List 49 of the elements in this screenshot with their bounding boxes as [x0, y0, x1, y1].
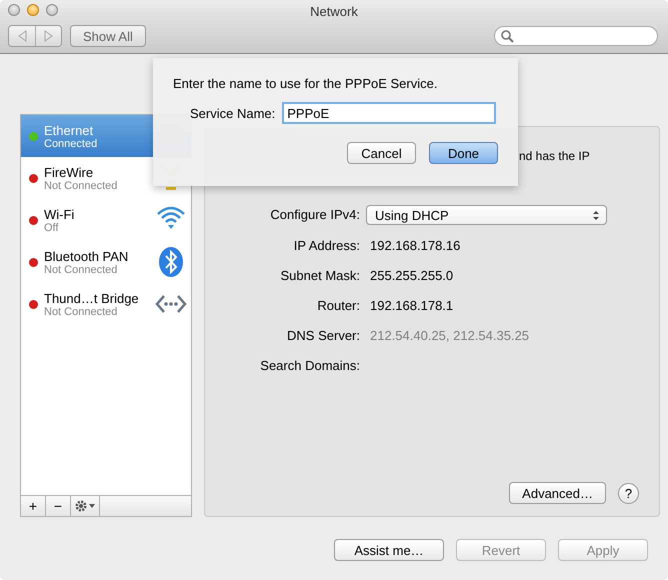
- zoom-button[interactable]: [46, 4, 58, 16]
- help-button[interactable]: ?: [618, 482, 639, 504]
- service-name: FireWire: [44, 164, 94, 180]
- field-label: Search Domains:: [259, 357, 360, 375]
- service-item[interactable]: Bluetooth PAN Not Connected: [21, 241, 191, 283]
- service-status: Not Connected: [44, 264, 118, 276]
- add-button[interactable]: +: [21, 496, 46, 516]
- service-status: Off: [44, 222, 60, 234]
- gear-icon: [74, 499, 96, 513]
- forward-button[interactable]: [35, 26, 61, 46]
- field-label: Subnet Mask:: [280, 267, 360, 285]
- sheet-button[interactable]: Cancel: [347, 142, 416, 164]
- service-item[interactable]: Thund…t Bridge Not Connected: [21, 283, 191, 325]
- service-status: Not Connected: [44, 180, 118, 192]
- minimize-button[interactable]: [27, 4, 39, 16]
- search-icon: [501, 30, 514, 42]
- configure-popup[interactable]: Using DHCP: [366, 205, 607, 225]
- footer-button[interactable]: Assist me…: [334, 539, 444, 561]
- remove-button[interactable]: −: [46, 496, 71, 516]
- field-label: Router:: [316, 297, 360, 315]
- dialog-prompt: Enter the name to use for the PPPoE Service.: [173, 76, 438, 91]
- service-status: Not Connected: [44, 306, 118, 318]
- field-value: 212.54.40.25, 212.54.35.25: [369, 327, 530, 345]
- service-name-field[interactable]: PPPoE: [282, 102, 496, 124]
- show-all-button[interactable]: Show All: [70, 25, 146, 47]
- service-name: Thund…t Bridge: [44, 290, 140, 306]
- field-value: 192.168.178.16: [369, 237, 462, 255]
- updown-arrows-icon: [592, 210, 600, 220]
- popup-value: Using DHCP: [375, 208, 449, 222]
- service-item[interactable]: Wi-Fi Off: [21, 199, 191, 241]
- service-name: Wi-Fi: [44, 206, 76, 222]
- field-label: IP Address:: [292, 237, 360, 255]
- back-arrow-icon: [18, 30, 26, 42]
- field-label: DNS Server:: [286, 327, 360, 345]
- search-field[interactable]: [494, 26, 658, 46]
- field-value: 255.255.255.0: [369, 267, 454, 285]
- field-value: 192.168.178.1: [369, 297, 454, 315]
- field-label: Service Name:: [190, 106, 276, 120]
- back-button[interactable]: [9, 26, 35, 46]
- close-button[interactable]: [8, 4, 20, 16]
- field-label: Configure IPv4:: [269, 206, 360, 224]
- window-title: Network: [309, 3, 359, 21]
- service-status: Connected: [44, 138, 98, 150]
- advanced-button[interactable]: Advanced…: [509, 482, 606, 504]
- status-text: nd has the IP: [519, 149, 590, 163]
- sheet-button[interactable]: Done: [429, 142, 498, 164]
- service-name: Ethernet: [44, 122, 94, 138]
- service-name: Bluetooth PAN: [44, 248, 130, 264]
- forward-arrow-icon: [44, 30, 53, 42]
